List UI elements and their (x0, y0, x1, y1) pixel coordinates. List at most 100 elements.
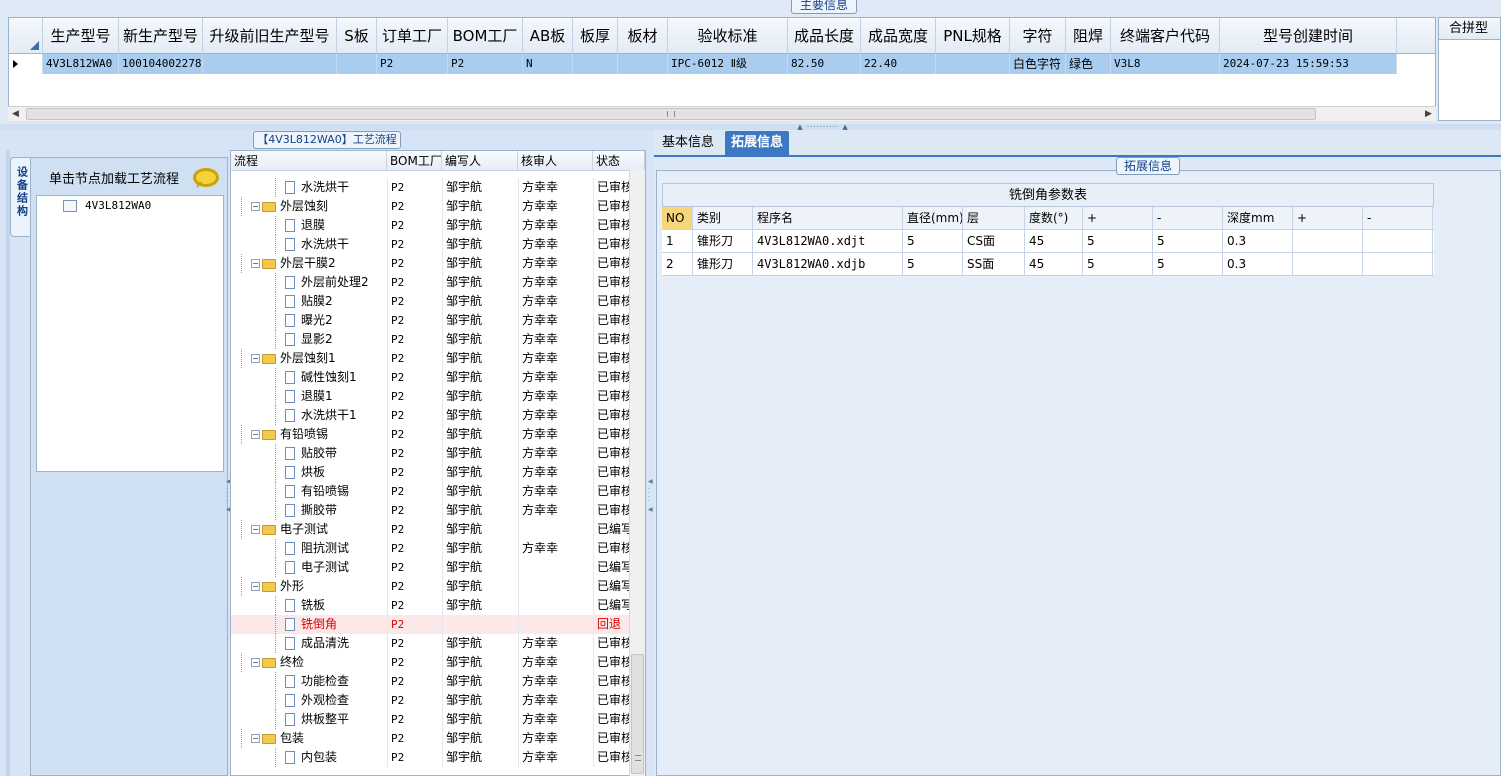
column-header[interactable]: 终端客户代码 (1111, 18, 1220, 54)
collapse-icon[interactable]: − (251, 430, 260, 439)
process-step[interactable]: 水洗烘干 (285, 235, 387, 254)
process-tree-row[interactable]: 水洗烘干 P2 邹宇航 方幸幸 已审核 (231, 178, 645, 197)
process-step[interactable]: 水洗烘干1 (285, 406, 387, 425)
column-header[interactable]: 新生产型号 (119, 18, 203, 54)
device-structure-tab[interactable]: 设备结构 (10, 157, 32, 237)
column-header[interactable]: PNL规格 (936, 18, 1010, 54)
process-tree-row[interactable]: − 包装 P2 邹宇航 方幸幸 已审核 (231, 729, 645, 748)
process-step[interactable]: − 包装 (251, 729, 387, 748)
column-header[interactable]: 成品宽度 (861, 18, 936, 54)
chamfer-cell[interactable]: SS面 (963, 253, 1025, 275)
chamfer-column-header[interactable]: 深度mm (1223, 207, 1293, 229)
collapse-icon[interactable]: − (251, 582, 260, 591)
chamfer-param-table[interactable]: 铣倒角参数表 NO 类别 程序名 直径(mm) 层度数(°) + - 深度mm + - 1 锥形刀 4… (662, 183, 1434, 276)
chamfer-column-header[interactable]: 度数(°) (1025, 207, 1083, 229)
chamfer-column-header[interactable]: 层 (963, 207, 1025, 229)
chamfer-column-header[interactable]: 程序名 (753, 207, 903, 229)
column-header[interactable]: 板材 (618, 18, 668, 54)
chamfer-column-header[interactable]: 类别 (693, 207, 753, 229)
process-step[interactable]: 烘板整平 (285, 710, 387, 729)
tab-extended-info[interactable]: 拓展信息 (725, 131, 790, 155)
chamfer-cell[interactable] (1293, 253, 1363, 275)
chamfer-cell[interactable]: 锥形刀 (693, 253, 753, 275)
grid-cell[interactable]: 4V3L812WA0 (43, 54, 119, 74)
grid-cell[interactable]: 2024-07-23 15:59:53 (1220, 54, 1397, 74)
grid-cell[interactable] (203, 54, 337, 74)
chamfer-cell[interactable] (1293, 230, 1363, 252)
process-tree-row[interactable]: 贴膜2 P2 邹宇航 方幸幸 已审核 (231, 292, 645, 311)
process-step[interactable]: − 外形 (251, 577, 387, 596)
merge-grid[interactable]: 合拼型 (1438, 17, 1501, 121)
chamfer-cell[interactable]: 锥形刀 (693, 230, 753, 252)
process-step[interactable]: 显影2 (285, 330, 387, 349)
process-step[interactable]: 贴膜2 (285, 292, 387, 311)
process-tree-row[interactable]: − 外层蚀刻 P2 邹宇航 方幸幸 已审核 (231, 197, 645, 216)
process-step[interactable]: 电子测试 (285, 558, 387, 577)
process-step[interactable]: − 终检 (251, 653, 387, 672)
process-tree-row[interactable]: 退膜 P2 邹宇航 方幸幸 已审核 (231, 216, 645, 235)
process-step[interactable]: − 外层蚀刻1 (251, 349, 387, 368)
process-step[interactable]: 烘板 (285, 463, 387, 482)
scroll-left-icon[interactable]: ◀ (8, 107, 23, 121)
chamfer-column-header[interactable]: + (1293, 207, 1363, 229)
process-tree-row[interactable]: 曝光2 P2 邹宇航 方幸幸 已审核 (231, 311, 645, 330)
column-header[interactable]: 阻焊 (1066, 18, 1111, 54)
chamfer-column-header[interactable]: - (1363, 207, 1433, 229)
process-tree-row[interactable]: 烘板整平 P2 邹宇航 方幸幸 已审核 (231, 710, 645, 729)
chamfer-cell[interactable]: 1 (662, 230, 693, 252)
process-tree-row[interactable]: 电子测试 P2 邹宇航 已编写 (231, 558, 645, 577)
process-tree-row[interactable]: 外层前处理2 P2 邹宇航 方幸幸 已审核 (231, 273, 645, 292)
grid-cell[interactable]: 白色字符 (1010, 54, 1066, 74)
chamfer-cell[interactable]: 4V3L812WA0.xdjb (753, 253, 903, 275)
process-step[interactable]: 成品清洗 (285, 634, 387, 653)
process-step[interactable]: 碱性蚀刻1 (285, 368, 387, 387)
chamfer-cell[interactable]: 45 (1025, 230, 1083, 252)
tab-basic-info[interactable]: 基本信息 (656, 131, 720, 155)
comment-bubble-icon[interactable] (193, 168, 219, 188)
chamfer-column-header[interactable]: 直径(mm) (903, 207, 963, 229)
column-header[interactable]: 生产型号 (43, 18, 119, 54)
collapse-icon[interactable]: − (251, 202, 260, 211)
process-tree-row[interactable]: 外观检查 P2 邹宇航 方幸幸 已审核 (231, 691, 645, 710)
structure-tree[interactable]: 4V3L812WA0 (36, 195, 224, 472)
column-header[interactable]: 字符 (1010, 18, 1066, 54)
process-tree-row[interactable]: − 外层干膜2 P2 邹宇航 方幸幸 已审核 (231, 254, 645, 273)
process-tree-row[interactable]: 烘板 P2 邹宇航 方幸幸 已审核 (231, 463, 645, 482)
process-tree-row[interactable]: 成品清洗 P2 邹宇航 方幸幸 已审核 (231, 634, 645, 653)
process-step[interactable]: 外层前处理2 (285, 273, 387, 292)
column-header[interactable]: 订单工厂 (377, 18, 448, 54)
process-tree-row[interactable]: − 有铅喷锡 P2 邹宇航 方幸幸 已审核 (231, 425, 645, 444)
process-tree-row[interactable]: 铣倒角 P2 回退 (231, 615, 645, 634)
column-header[interactable]: 成品长度 (788, 18, 861, 54)
grid-cell[interactable] (337, 54, 377, 74)
process-tree-row[interactable]: 内包装 P2 邹宇航 方幸幸 已审核 (231, 748, 645, 767)
column-header[interactable]: AB板 (523, 18, 573, 54)
process-step[interactable]: 撕胶带 (285, 501, 387, 520)
grid-cell[interactable]: 22.40 (861, 54, 936, 74)
grid-cell[interactable]: N (523, 54, 573, 74)
process-step[interactable]: − 外层蚀刻 (251, 197, 387, 216)
process-tree-row[interactable]: 显影2 P2 邹宇航 方幸幸 已审核 (231, 330, 645, 349)
process-tree-row[interactable]: − 外形 P2 邹宇航 已编写 (231, 577, 645, 596)
process-step[interactable]: 外观检查 (285, 691, 387, 710)
collapse-icon[interactable]: − (251, 734, 260, 743)
chamfer-table-row[interactable]: 1 锥形刀 4V3L812WA0.xdjt 5 CS面 45 5 5 0.3 (662, 230, 1434, 253)
chamfer-cell[interactable] (1363, 253, 1433, 275)
process-tree-row[interactable]: 功能检查 P2 邹宇航 方幸幸 已审核 (231, 672, 645, 691)
grid-cell[interactable]: 82.50 (788, 54, 861, 74)
grid-cell[interactable]: P2 (448, 54, 523, 74)
process-step[interactable]: 铣板 (285, 596, 387, 615)
chamfer-cell[interactable]: 5 (903, 253, 963, 275)
process-tree-row[interactable]: 撕胶带 P2 邹宇航 方幸幸 已审核 (231, 501, 645, 520)
process-tree-row[interactable]: 贴胶带 P2 邹宇航 方幸幸 已审核 (231, 444, 645, 463)
chamfer-cell[interactable]: 5 (1083, 230, 1153, 252)
process-step[interactable]: 曝光2 (285, 311, 387, 330)
chamfer-cell[interactable]: 45 (1025, 253, 1083, 275)
mid-splitter-grip-icon[interactable]: ◀ · · · · ◀ (648, 479, 653, 560)
grid-cell[interactable]: IPC-6012 Ⅱ级 (668, 54, 788, 74)
process-tree-row[interactable]: 阻抗测试 P2 邹宇航 方幸幸 已审核 (231, 539, 645, 558)
chamfer-column-header[interactable]: + (1083, 207, 1153, 229)
column-header[interactable]: BOM工厂 (448, 18, 523, 54)
process-step[interactable]: 内包装 (285, 748, 387, 767)
process-tree-row[interactable]: 水洗烘干1 P2 邹宇航 方幸幸 已审核 (231, 406, 645, 425)
